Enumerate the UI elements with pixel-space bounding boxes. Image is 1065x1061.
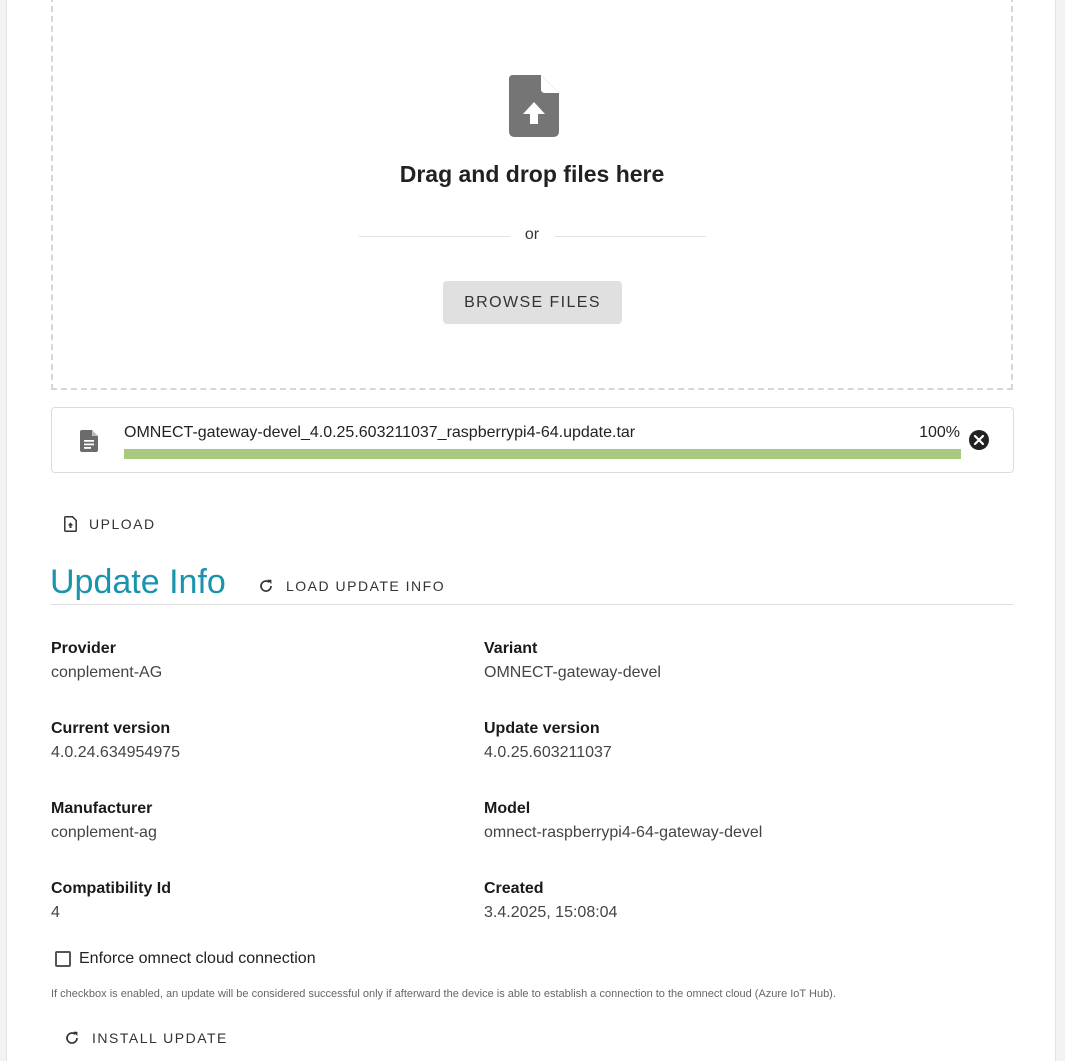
info-provider: Provider conplement-AG bbox=[51, 640, 162, 682]
divider-right bbox=[555, 236, 706, 237]
firmware-update-card: Drag and drop files here or BROWSE FILES… bbox=[6, 0, 1056, 1061]
load-update-info-button[interactable]: LOAD UPDATE INFO bbox=[258, 576, 445, 596]
upload-button-label: UPLOAD bbox=[89, 516, 156, 532]
info-value: omnect-raspberrypi4-64-gateway-devel bbox=[484, 824, 763, 841]
info-created: Created 3.4.2025, 15:08:04 bbox=[484, 880, 617, 922]
info-value: 4.0.25.603211037 bbox=[484, 744, 612, 761]
install-update-label: INSTALL UPDATE bbox=[92, 1030, 228, 1046]
upload-button[interactable]: UPLOAD bbox=[64, 514, 156, 534]
or-separator: or bbox=[524, 226, 540, 243]
uploaded-file-item: OMNECT-gateway-devel_4.0.25.603211037_ra… bbox=[51, 407, 1014, 473]
upload-progress-fill bbox=[124, 449, 961, 459]
enforce-cloud-help-text: If checkbox is enabled, an update will b… bbox=[51, 988, 836, 1000]
info-label: Provider bbox=[51, 640, 116, 657]
enforce-cloud-checkbox-row[interactable]: Enforce omnect cloud connection bbox=[55, 950, 316, 968]
file-upload-icon bbox=[509, 75, 559, 137]
info-compatibility-id: Compatibility Id 4 bbox=[51, 880, 171, 922]
update-info-title: Update Info bbox=[50, 563, 226, 601]
info-value: 4.0.24.634954975 bbox=[51, 744, 181, 761]
info-manufacturer: Manufacturer conplement-ag bbox=[51, 800, 157, 842]
info-current-version: Current version 4.0.24.634954975 bbox=[51, 720, 180, 762]
info-update-version: Update version 4.0.25.603211037 bbox=[484, 720, 612, 762]
info-label: Current version bbox=[51, 720, 171, 737]
info-label: Manufacturer bbox=[51, 800, 153, 817]
load-update-info-label: LOAD UPDATE INFO bbox=[286, 578, 446, 594]
install-update-button[interactable]: INSTALL UPDATE bbox=[64, 1028, 228, 1048]
close-circle-icon[interactable] bbox=[968, 429, 990, 451]
section-divider bbox=[51, 604, 1014, 605]
info-value: conplement-AG bbox=[51, 664, 163, 681]
divider-left bbox=[359, 236, 510, 237]
refresh-icon bbox=[66, 1031, 78, 1044]
upload-progress-percent: 100% bbox=[919, 424, 960, 441]
info-label: Created bbox=[484, 880, 544, 897]
refresh-icon bbox=[260, 579, 272, 592]
browse-files-button[interactable]: BROWSE FILES bbox=[443, 281, 622, 324]
info-model: Model omnect-raspberrypi4-64-gateway-dev… bbox=[484, 800, 762, 842]
dropzone-title: Drag and drop files here bbox=[399, 161, 665, 187]
file-dropzone[interactable]: Drag and drop files here or BROWSE FILES bbox=[51, 0, 1013, 390]
enforce-cloud-label: Enforce omnect cloud connection bbox=[79, 950, 316, 967]
file-document-icon bbox=[80, 430, 98, 452]
info-value: OMNECT-gateway-devel bbox=[484, 664, 661, 681]
info-label: Model bbox=[484, 800, 531, 817]
info-variant: Variant OMNECT-gateway-devel bbox=[484, 640, 661, 682]
info-value: conplement-ag bbox=[51, 824, 157, 841]
info-label: Compatibility Id bbox=[51, 880, 171, 897]
info-label: Update version bbox=[484, 720, 600, 737]
enforce-cloud-checkbox[interactable] bbox=[55, 951, 71, 967]
info-value: 4 bbox=[51, 904, 60, 921]
info-label: Variant bbox=[484, 640, 538, 657]
file-name: OMNECT-gateway-devel_4.0.25.603211037_ra… bbox=[124, 424, 636, 441]
file-upload-small-icon bbox=[64, 516, 77, 532]
upload-progress-bar bbox=[124, 449, 961, 459]
info-value: 3.4.2025, 15:08:04 bbox=[484, 904, 618, 921]
